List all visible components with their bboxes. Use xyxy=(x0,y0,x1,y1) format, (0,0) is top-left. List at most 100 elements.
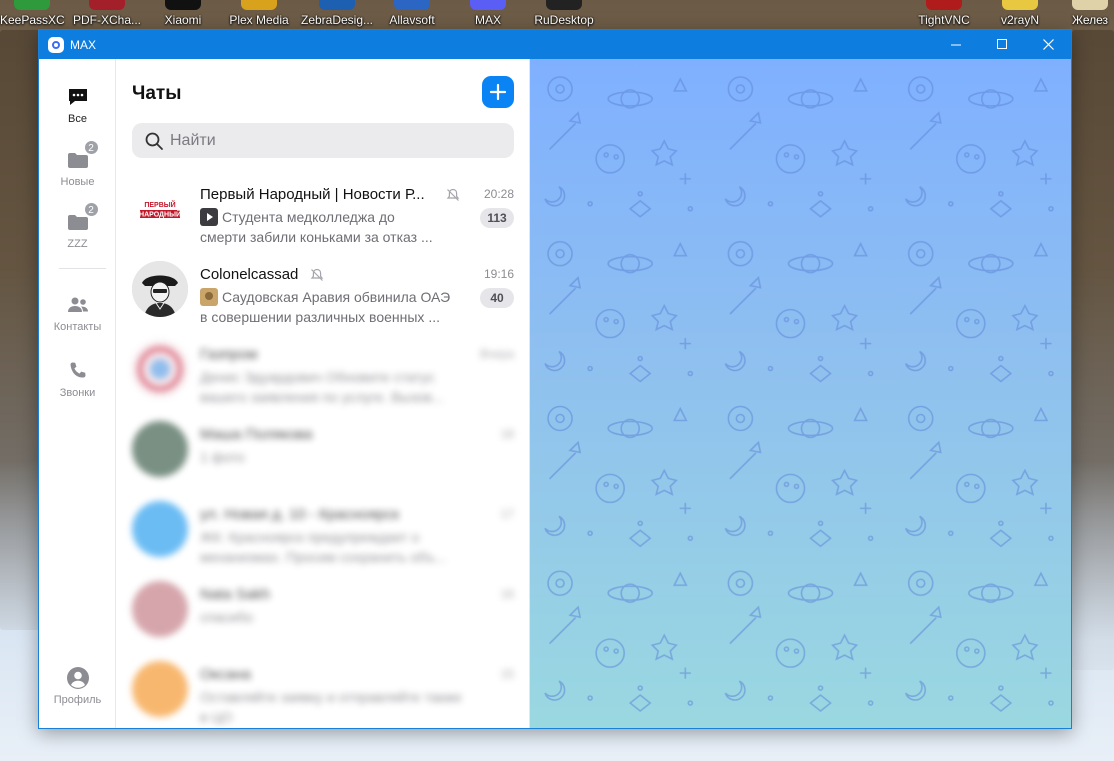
desktop-icon-image xyxy=(546,0,582,10)
chat-preview-line: вашего заявления по услуге. Вызов... xyxy=(200,389,444,405)
chat-preview-text: Студента медколледжа до xyxy=(222,209,395,225)
maximize-icon xyxy=(996,39,1007,49)
chat-preview-line: 1 фото xyxy=(200,449,245,465)
search-input[interactable] xyxy=(170,131,490,150)
chat-list-panel: Чаты ПЕРВЫЙНАРОДНЫЙ Первый Народный | Но… xyxy=(116,59,530,728)
space-doodle-pattern xyxy=(530,59,1071,728)
chat-time: 17 xyxy=(500,507,514,521)
chat-name: ул. Новая д. 10 - Красноярск xyxy=(200,506,400,523)
desktop-icon-label: v2rayN xyxy=(1000,13,1039,27)
chat-item[interactable]: Nata Sakh 16 спасибо xyxy=(116,569,530,649)
rail-item-calls[interactable]: Звонки xyxy=(39,359,116,399)
rail-item-label: Все xyxy=(68,113,87,125)
chat-preview: Оставляйте заявку и отправляйте также в Ц… xyxy=(200,687,470,727)
rail-divider xyxy=(59,268,106,269)
chat-name: Оксана xyxy=(200,666,251,683)
avatar: ПЕРВЫЙ НАРОДНЫЙ xyxy=(132,181,188,237)
close-button[interactable] xyxy=(1025,30,1071,59)
chat-preview: спасибо xyxy=(200,607,470,627)
unread-count-badge: 40 xyxy=(480,288,514,308)
avatar xyxy=(132,661,188,717)
close-icon xyxy=(1042,39,1054,50)
chat-name: Маша Полякова xyxy=(200,426,313,443)
desktop-icon-keepassxc[interactable]: KeePassXC xyxy=(0,0,65,30)
chat-time: 15 xyxy=(500,667,514,681)
minimize-button[interactable] xyxy=(933,30,979,59)
muted-bell-icon xyxy=(446,188,460,201)
desktop-icon-v2rayn[interactable]: v2rayN xyxy=(992,0,1048,30)
desktop-icon-allavsoft[interactable]: Allavsoft xyxy=(382,0,442,30)
video-thumbnail-icon xyxy=(200,208,218,226)
chat-preview-line: Студента медколледжа до xyxy=(200,207,470,227)
chat-item[interactable]: Оксана 15 Оставляйте заявку и отправляйт… xyxy=(116,649,530,729)
desktop-icon-xiaomi[interactable]: Xiaomi xyxy=(155,0,211,30)
folder-icon: 2 xyxy=(66,202,99,234)
avatar xyxy=(132,421,188,477)
max-logo-icon xyxy=(48,36,64,53)
chat-preview: Саудовская Аравия обвинила ОАЭ в соверше… xyxy=(200,287,470,327)
folder-icon: 2 xyxy=(66,140,99,172)
avatar xyxy=(132,581,188,637)
chat-name: Colonelcassad xyxy=(200,266,299,283)
chat-preview-line: в совершении различных военных ... xyxy=(200,309,440,325)
unread-count-badge: 113 xyxy=(480,208,514,228)
rail-item-new[interactable]: 2 Новые xyxy=(39,140,116,188)
window-title: MAX xyxy=(70,37,97,52)
chat-time: 16 xyxy=(500,587,514,601)
desktop-icons: KeePassXC PDF-XCha... Xiaomi Plex Media … xyxy=(0,0,1114,30)
rail-item-label: Новые xyxy=(60,176,95,188)
chat-item[interactable]: Маша Полякова 18 1 фото xyxy=(116,409,530,489)
desktop-icon-image xyxy=(165,0,201,10)
phone-icon xyxy=(66,359,90,383)
chat-time: Вчера xyxy=(480,347,514,361)
page-title: Чаты xyxy=(132,83,182,104)
rail-item-contacts[interactable]: Контакты xyxy=(39,293,116,333)
rail-item-label: Звонки xyxy=(59,387,96,399)
maximize-button[interactable] xyxy=(979,30,1025,59)
desktop-icon-tightvnc[interactable]: TightVNC xyxy=(912,0,976,30)
chat-preview: Денис Эдуардович Обновите статус вашего з… xyxy=(200,367,470,407)
rail-item-all[interactable]: Все xyxy=(39,85,116,125)
desktop-icon-label: KeePassXC xyxy=(0,13,65,27)
chat-preview: 1 фото xyxy=(200,447,470,467)
chat-preview-line: в ЦО xyxy=(200,709,233,725)
desktop-icon-image xyxy=(470,0,506,10)
chat-item[interactable]: ул. Новая д. 10 - Красноярск 17 ЖК: Крас… xyxy=(116,489,530,569)
desktop-icon-label: Xiaomi xyxy=(164,13,202,27)
desktop-icon-plex[interactable]: Plex Media xyxy=(224,0,294,30)
profile-icon xyxy=(66,666,90,690)
desktop-icon-label: Plex Media xyxy=(229,13,289,27)
desktop-icon-rudesktop[interactable]: RuDesktop xyxy=(530,0,598,30)
rail-item-label: Контакты xyxy=(53,321,102,333)
desktop-icon-max[interactable]: MAX xyxy=(460,0,516,30)
desktop-icon-zhelez[interactable]: Желез xyxy=(1066,0,1114,30)
unread-badge: 2 xyxy=(83,140,99,155)
desktop-icon-label: MAX xyxy=(474,13,501,27)
chat-item-pervyi-narodnyi[interactable]: ПЕРВЫЙ НАРОДНЫЙ Первый Народный | Новости… xyxy=(116,169,530,249)
desktop-icon-label: TightVNC xyxy=(918,13,970,27)
plus-icon xyxy=(489,83,507,101)
rail-item-label: Профиль xyxy=(53,694,102,706)
desktop-icon-label: ZebraDesig... xyxy=(300,13,374,27)
rail-item-zzz[interactable]: 2 ZZZ xyxy=(39,202,116,250)
new-chat-button[interactable] xyxy=(482,76,514,108)
app-body: Все 2 Новые 2 ZZZ Контакты Звонки Профил… xyxy=(39,59,1071,728)
desktop-icon-image xyxy=(14,0,50,10)
avatar xyxy=(132,341,188,397)
search-box[interactable] xyxy=(132,123,514,158)
chat-name: Первый Народный | Новости Р... xyxy=(200,186,425,203)
window-controls xyxy=(933,30,1071,59)
chat-item[interactable]: Газпром Вчера Денис Эдуардович Обновите … xyxy=(116,329,530,409)
chat-bubble-icon xyxy=(66,85,90,109)
desktop-icon-pdf-xchange[interactable]: PDF-XCha... xyxy=(70,0,144,30)
desktop-icon-image xyxy=(319,0,355,10)
desktop-icon-image xyxy=(89,0,125,10)
unread-badge: 2 xyxy=(83,202,99,217)
avatar xyxy=(132,261,188,317)
chat-preview-line: Оставляйте заявку и отправляйте также xyxy=(200,689,462,705)
desktop-icon-zebradesigner[interactable]: ZebraDesig... xyxy=(298,0,376,30)
title-bar[interactable]: MAX xyxy=(39,30,1071,59)
desktop-icon-label: Allavsoft xyxy=(389,13,435,27)
rail-item-profile[interactable]: Профиль xyxy=(39,666,116,706)
chat-item-colonelcassad[interactable]: Colonelcassad 19:16 Саудовская Аравия об… xyxy=(116,249,530,329)
